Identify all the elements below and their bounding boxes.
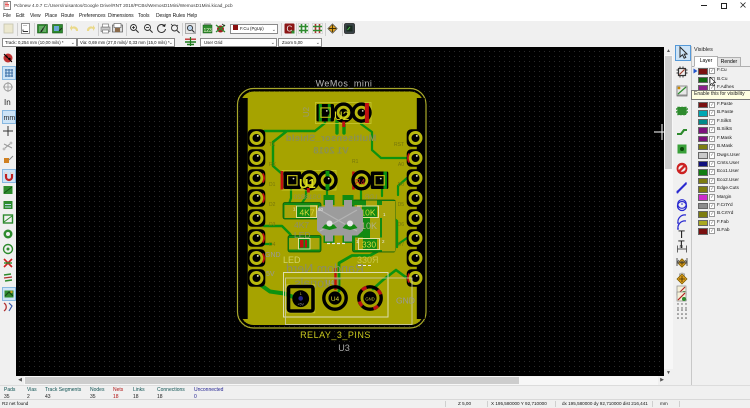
- svg-text:R4: R4: [355, 178, 366, 187]
- svg-text:4K7: 4K7: [294, 220, 309, 230]
- svg-text:DS18B20: DS18B20: [293, 194, 321, 201]
- svg-text:U4: U4: [331, 296, 340, 303]
- svg-text:U3: U3: [338, 343, 350, 353]
- svg-text:Multisensor_Shield: Multisensor_Shield: [286, 133, 377, 144]
- svg-text:U2: U2: [302, 106, 311, 117]
- svg-text:mm: mm: [3, 115, 15, 122]
- svg-text:123: 123: [204, 28, 213, 34]
- svg-text:TX: TX: [269, 142, 276, 148]
- svg-text:GND: GND: [396, 296, 415, 306]
- svg-text:D5: D5: [398, 202, 405, 208]
- svg-text:RST: RST: [394, 142, 404, 148]
- svg-text:Random Nerd: Random Nerd: [286, 262, 364, 276]
- svg-text:5V: 5V: [266, 271, 275, 278]
- svg-text:10K: 10K: [361, 221, 377, 231]
- svg-text:U2: U2: [334, 109, 350, 123]
- svg-text:D0: D0: [398, 182, 405, 188]
- svg-text:D6: D6: [398, 222, 405, 228]
- svg-text:RX: RX: [269, 162, 277, 168]
- svg-text:LDR: LDR: [364, 194, 377, 201]
- svg-text:D3: D3: [269, 222, 276, 228]
- svg-text:GND: GND: [265, 252, 281, 259]
- svg-text:D7: D7: [398, 242, 405, 248]
- svg-text:RELAY_3_PINS: RELAY_3_PINS: [300, 330, 371, 340]
- svg-text:WeMos_mini: WeMos_mini: [316, 79, 373, 89]
- svg-text:+5V: +5V: [297, 303, 304, 307]
- svg-text:D4: D4: [269, 242, 276, 248]
- svg-text:GND: GND: [365, 297, 374, 302]
- svg-text:In: In: [4, 98, 11, 107]
- svg-text:1: 1: [300, 292, 302, 296]
- svg-text:330: 330: [362, 240, 376, 250]
- svg-text:D1: D1: [269, 182, 276, 188]
- svg-text:R1: R1: [352, 159, 359, 165]
- svg-text:50: 50: [318, 207, 324, 212]
- svg-text:A0: A0: [398, 162, 404, 168]
- svg-text:T: T: [678, 239, 685, 251]
- svg-text:LED: LED: [294, 230, 311, 240]
- svg-text:V1 2018: V1 2018: [313, 146, 348, 157]
- svg-text:4K7: 4K7: [299, 208, 314, 218]
- svg-text:D2: D2: [269, 202, 276, 208]
